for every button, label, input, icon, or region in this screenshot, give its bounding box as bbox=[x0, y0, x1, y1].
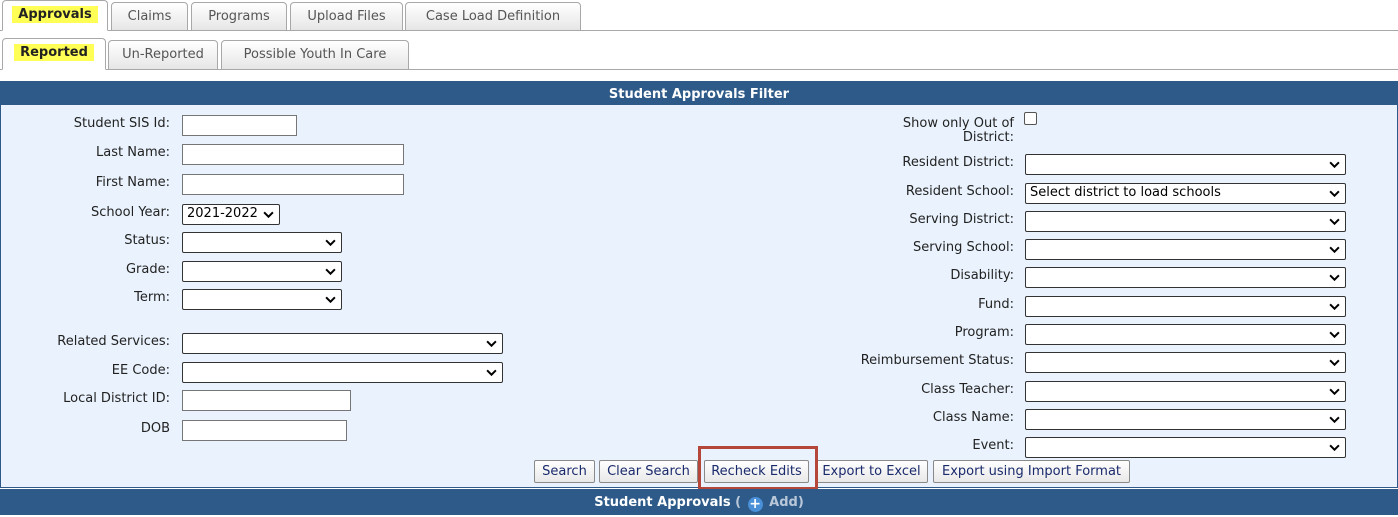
fund-select[interactable] bbox=[1025, 296, 1346, 317]
chevron-down-icon bbox=[325, 239, 336, 247]
status-select[interactable] bbox=[182, 232, 342, 253]
label-ee-code: EE Code: bbox=[111, 363, 170, 378]
label-last-name: Last Name: bbox=[96, 145, 170, 160]
tab-reported-label: Reported bbox=[14, 44, 94, 61]
first-name-input[interactable] bbox=[182, 174, 404, 195]
search-button[interactable]: Search bbox=[534, 460, 595, 483]
label-reimbursement-status: Reimbursement Status: bbox=[860, 353, 1014, 368]
export-import-format-button[interactable]: Export using Import Format bbox=[933, 460, 1130, 483]
label-related-services: Related Services: bbox=[57, 334, 170, 349]
label-class-teacher: Class Teacher: bbox=[921, 382, 1014, 397]
tab-programs-label: Programs bbox=[208, 9, 270, 24]
student-sis-id-input[interactable] bbox=[182, 115, 297, 136]
label-status: Status: bbox=[124, 233, 170, 248]
label-resident-school: Resident School: bbox=[905, 184, 1014, 199]
ee-code-select[interactable] bbox=[182, 362, 503, 383]
chevron-down-icon bbox=[486, 369, 497, 377]
related-services-select[interactable] bbox=[182, 333, 503, 354]
label-term: Term: bbox=[134, 290, 170, 305]
tab-claims-label: Claims bbox=[127, 9, 172, 24]
label-disability: Disability: bbox=[950, 268, 1014, 283]
tab-approvals-label: Approvals bbox=[12, 6, 98, 23]
secondary-tab-bar: Reported Un-Reported Possible Youth In C… bbox=[0, 38, 1398, 70]
chevron-down-icon bbox=[1329, 161, 1340, 169]
resident-school-value: Select district to load schools bbox=[1030, 185, 1221, 200]
label-school-year: School Year: bbox=[91, 205, 170, 220]
label-resident-district: Resident District: bbox=[902, 155, 1014, 170]
filter-panel-title: Student Approvals Filter bbox=[0, 81, 1398, 105]
label-serving-district: Serving District: bbox=[909, 212, 1014, 227]
tab-upload-files-label: Upload Files bbox=[307, 9, 386, 24]
plus-circle-icon[interactable]: + bbox=[747, 497, 763, 512]
label-out-of-district-line2: District: bbox=[962, 130, 1014, 145]
chevron-down-icon bbox=[263, 211, 274, 219]
out-of-district-checkbox[interactable] bbox=[1024, 112, 1037, 125]
add-link[interactable]: Add) bbox=[769, 495, 804, 510]
chevron-down-icon bbox=[1329, 331, 1340, 339]
annotation-highlight-box bbox=[698, 446, 818, 490]
tab-case-load-definition[interactable]: Case Load Definition bbox=[405, 2, 581, 31]
label-grade: Grade: bbox=[125, 262, 170, 277]
export-to-excel-button[interactable]: Export to Excel bbox=[815, 460, 928, 483]
tab-reported[interactable]: Reported bbox=[2, 38, 106, 70]
label-student-sis-id: Student SIS Id: bbox=[73, 116, 170, 131]
tab-un-reported-label: Un-Reported bbox=[122, 47, 204, 62]
chevron-down-icon bbox=[486, 340, 497, 348]
label-dob: DOB bbox=[140, 421, 170, 436]
class-teacher-select[interactable] bbox=[1025, 381, 1346, 402]
tab-approvals[interactable]: Approvals bbox=[2, 0, 108, 31]
tab-possible-youth-in-care-label: Possible Youth In Care bbox=[243, 47, 387, 62]
program-select[interactable] bbox=[1025, 324, 1346, 345]
label-local-district-id: Local District ID: bbox=[63, 391, 170, 406]
event-select[interactable] bbox=[1025, 437, 1346, 458]
chevron-down-icon bbox=[325, 268, 336, 276]
label-serving-school: Serving School: bbox=[912, 240, 1014, 255]
resident-district-select[interactable] bbox=[1025, 154, 1346, 175]
last-name-input[interactable] bbox=[182, 144, 404, 165]
tab-case-load-definition-label: Case Load Definition bbox=[425, 9, 561, 24]
open-paren: ( bbox=[735, 495, 742, 510]
chevron-down-icon bbox=[1329, 190, 1340, 198]
chevron-down-icon bbox=[325, 296, 336, 304]
chevron-down-icon bbox=[1329, 444, 1340, 452]
student-approvals-title: Student Approvals bbox=[594, 495, 731, 510]
chevron-down-icon bbox=[1329, 274, 1340, 282]
label-fund: Fund: bbox=[978, 297, 1014, 312]
disability-select[interactable] bbox=[1025, 267, 1346, 288]
primary-tab-bar: Approvals Claims Programs Upload Files C… bbox=[0, 0, 1398, 31]
chevron-down-icon bbox=[1329, 388, 1340, 396]
grade-select[interactable] bbox=[182, 261, 342, 282]
local-district-id-input[interactable] bbox=[182, 390, 351, 411]
label-show-only-out-of-district: Show only Out of District: bbox=[903, 116, 1014, 145]
serving-district-select[interactable] bbox=[1025, 211, 1346, 232]
label-event: Event: bbox=[972, 438, 1014, 453]
chevron-down-icon bbox=[1329, 359, 1340, 367]
dob-input[interactable] bbox=[182, 420, 347, 441]
tab-upload-files[interactable]: Upload Files bbox=[290, 2, 403, 31]
chevron-down-icon bbox=[1329, 218, 1340, 226]
class-name-select[interactable] bbox=[1025, 409, 1346, 430]
reimbursement-status-select[interactable] bbox=[1025, 352, 1346, 373]
school-year-value: 2021-2022 bbox=[187, 206, 258, 221]
term-select[interactable] bbox=[182, 289, 342, 310]
resident-school-select[interactable]: Select district to load schools bbox=[1025, 183, 1346, 204]
label-class-name: Class Name: bbox=[932, 410, 1014, 425]
tab-possible-youth-in-care[interactable]: Possible Youth In Care bbox=[221, 40, 409, 70]
tab-programs[interactable]: Programs bbox=[191, 2, 287, 31]
tab-claims[interactable]: Claims bbox=[111, 2, 188, 31]
label-program: Program: bbox=[954, 325, 1014, 340]
clear-search-button[interactable]: Clear Search bbox=[599, 460, 698, 483]
tab-un-reported[interactable]: Un-Reported bbox=[108, 40, 218, 70]
student-approvals-header: Student Approvals ( + Add) bbox=[0, 489, 1398, 515]
serving-school-select[interactable] bbox=[1025, 239, 1346, 260]
school-year-select[interactable]: 2021-2022 bbox=[182, 204, 280, 225]
label-out-of-district-line1: Show only Out of bbox=[902, 116, 1014, 131]
chevron-down-icon bbox=[1329, 416, 1340, 424]
label-first-name: First Name: bbox=[95, 175, 170, 190]
chevron-down-icon bbox=[1329, 303, 1340, 311]
chevron-down-icon bbox=[1329, 246, 1340, 254]
